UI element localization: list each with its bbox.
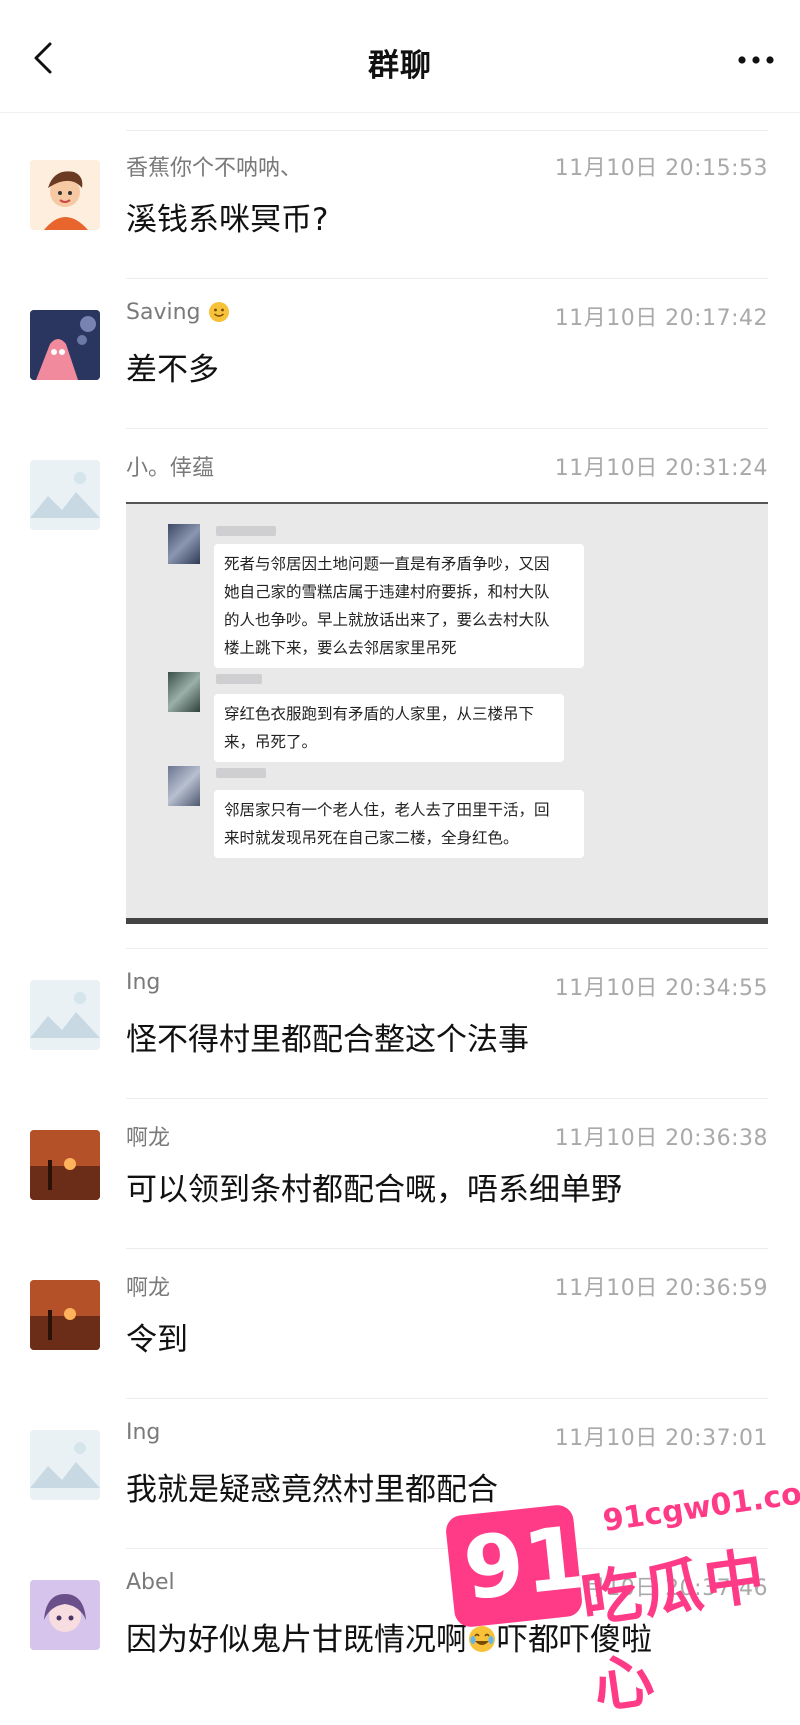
avatar[interactable] [30, 1280, 100, 1350]
divider [126, 1398, 768, 1399]
divider [126, 948, 768, 949]
blurred-name [216, 674, 262, 684]
sender-name: 啊龙 [126, 1276, 171, 1301]
blurred-avatar [168, 524, 200, 564]
message-text[interactable]: 怪不得村里都配合整这个法事 [126, 1014, 529, 1059]
sender-name: Abel [126, 1570, 175, 1595]
sender-name: Ing [126, 970, 161, 995]
divider [126, 278, 768, 279]
top-bar: 群聊 [0, 0, 800, 113]
message-item[interactable]: 香蕉你个不呐呐、 11月10日 20:15:53 溪钱系咪冥币? [0, 150, 800, 280]
sender-name: 小。倖蕴 [126, 456, 215, 481]
avatar[interactable] [30, 160, 100, 230]
avatar-sunset-icon [30, 1280, 100, 1350]
timestamp: 11月10日 20:37:01 [554, 1426, 768, 1451]
timestamp: 11月10日 20:15:53 [554, 156, 768, 181]
avatar-landscape-icon [30, 980, 100, 1050]
page-title: 群聊 [368, 48, 432, 84]
watermark-logo: 91 91cgw01.com 吃瓜中心 [444, 1472, 800, 1722]
sender-name: 香蕉你个不呐呐、 [126, 156, 303, 181]
avatar[interactable] [30, 1130, 100, 1200]
message-item[interactable]: Saving 11月10日 20:17:42 差不多 [0, 300, 800, 430]
timestamp: 11月10日 20:17:42 [554, 306, 768, 331]
sender-name: Ing [126, 1420, 161, 1445]
sender-name: 啊龙 [126, 1126, 171, 1151]
divider [126, 130, 768, 131]
watermark-number: 91 [459, 1508, 589, 1620]
sender-name: Saving [126, 300, 230, 325]
divider [126, 1248, 768, 1249]
divider [126, 428, 768, 429]
avatar[interactable] [30, 1580, 100, 1650]
screenshot-image[interactable]: 死者与邻居因土地问题一直是有矛盾争吵，又因 她自己家的雪糕店属于违建村府要拆，和… [126, 502, 768, 924]
blurred-avatar [168, 766, 200, 806]
message-item[interactable]: Ing 11月10日 20:34:55 怪不得村里都配合整这个法事 [0, 970, 800, 1100]
message-text[interactable]: 我就是疑惑竟然村里都配合 [126, 1464, 498, 1509]
avatar[interactable] [30, 1430, 100, 1500]
chat-bubble: 邻居家只有一个老人住，老人去了田里干活，回 来时就发现吊死在自己家二楼，全身红色… [214, 790, 584, 858]
message-item[interactable]: 啊龙 11月10日 20:36:59 令到 [0, 1270, 800, 1400]
avatar-landscape-icon [30, 460, 100, 530]
chat-bubble: 死者与邻居因土地问题一直是有矛盾争吵，又因 她自己家的雪糕店属于违建村府要拆，和… [214, 544, 584, 668]
blurred-name [216, 526, 276, 536]
divider [126, 1098, 768, 1099]
avatar[interactable] [30, 460, 100, 530]
blurred-name [216, 768, 266, 778]
timestamp: 11月10日 20:31:24 [554, 456, 768, 481]
avatar[interactable] [30, 310, 100, 380]
timestamp: 11月10日 20:36:38 [554, 1126, 768, 1151]
avatar[interactable] [30, 980, 100, 1050]
watermark-name: 吃瓜中心 [576, 1541, 771, 1723]
more-button[interactable] [736, 50, 776, 70]
blurred-avatar [168, 672, 200, 712]
message-text[interactable]: 令到 [126, 1314, 188, 1359]
avatar-cartoon-boy-icon [30, 160, 100, 230]
message-item[interactable]: 啊龙 11月10日 20:36:38 可以领到条村都配合嘅，唔系细单野 [0, 1120, 800, 1250]
avatar-anime-girl-icon [30, 1580, 100, 1650]
avatar-landscape-icon [30, 1430, 100, 1500]
timestamp: 11月10日 20:36:59 [554, 1276, 768, 1301]
message-text[interactable]: 可以领到条村都配合嘅，唔系细单野 [126, 1164, 622, 1209]
message-text[interactable]: 差不多 [126, 344, 219, 389]
smile-emoji-icon [208, 302, 229, 322]
avatar-sunset-icon [30, 1130, 100, 1200]
more-dots-icon [738, 56, 774, 64]
timestamp: 11月10日 20:34:55 [554, 976, 768, 1001]
message-text[interactable]: 溪钱系咪冥币? [126, 194, 328, 239]
avatar-patrick-icon [30, 310, 100, 380]
chat-bubble: 穿红色衣服跑到有矛盾的人家里，从三楼吊下 来，吊死了。 [214, 694, 564, 762]
